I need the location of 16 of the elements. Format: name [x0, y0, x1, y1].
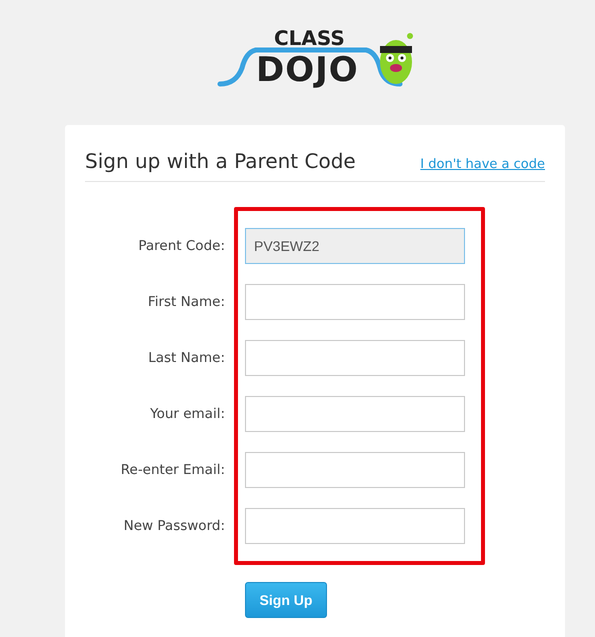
logo-text: DOJO: [256, 50, 359, 90]
input-field[interactable]: [245, 396, 465, 432]
no-code-link[interactable]: I don't have a code: [420, 157, 545, 172]
field-label: New Password:: [122, 518, 225, 534]
input-field[interactable]: [245, 452, 465, 488]
input-field[interactable]: [245, 284, 465, 320]
logo-text: CLASS: [274, 26, 345, 50]
field-label: Last Name:: [147, 350, 225, 366]
input-field[interactable]: [245, 508, 465, 544]
field-label: Re-enter Email:: [120, 462, 225, 478]
input-field[interactable]: [245, 340, 465, 376]
field-label: Your email:: [149, 406, 225, 422]
form-title: Sign up with a Parent Code: [85, 149, 356, 173]
field-label: Parent Code:: [137, 238, 225, 254]
field-label: First Name:: [146, 294, 225, 310]
sign-up-button[interactable]: Sign Up: [245, 582, 327, 618]
